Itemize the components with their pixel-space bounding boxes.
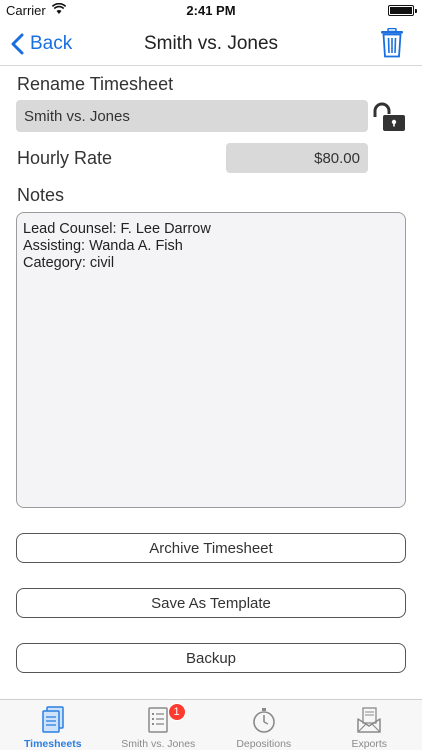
- trash-icon[interactable]: [380, 28, 404, 58]
- back-label: Back: [30, 33, 73, 54]
- tab-bar: Timesheets 1 Smith vs. Jones Depositions: [0, 699, 422, 750]
- mail-export-icon: [357, 707, 381, 733]
- tab-label: Timesheets: [23, 738, 82, 750]
- archive-timesheet-button[interactable]: Archive Timesheet: [16, 533, 406, 563]
- hourly-rate-input[interactable]: [226, 143, 368, 173]
- status-bar: Carrier 2:41 PM: [0, 0, 422, 22]
- backup-button[interactable]: Backup: [16, 643, 406, 673]
- tab-label: Depositions: [236, 738, 292, 750]
- save-as-template-button[interactable]: Save As Template: [16, 588, 406, 618]
- unlocked-padlock-icon[interactable]: [371, 102, 407, 132]
- rename-timesheet-label: Rename Timesheet: [17, 74, 174, 94]
- back-button[interactable]: Back: [10, 30, 72, 58]
- tab-exports[interactable]: Exports: [317, 700, 422, 750]
- stopwatch-icon: [252, 708, 275, 733]
- rename-timesheet-input[interactable]: [16, 100, 368, 132]
- notes-textarea[interactable]: Lead Counsel: F. Lee Darrow Assisting: W…: [16, 212, 406, 508]
- hourly-rate-label: Hourly Rate: [17, 148, 113, 168]
- notes-label: Notes: [17, 185, 65, 205]
- tab-smith-vs-jones[interactable]: 1 Smith vs. Jones: [106, 700, 212, 750]
- tab-label: Exports: [351, 738, 388, 750]
- tab-timesheets[interactable]: Timesheets: [0, 700, 106, 750]
- navigation-bar: Back Smith vs. Jones: [0, 22, 422, 66]
- timesheets-icon: [42, 706, 64, 733]
- tab-depositions[interactable]: Depositions: [211, 700, 317, 750]
- notification-badge: 1: [167, 703, 186, 721]
- chevron-left-icon: [11, 33, 24, 55]
- status-time: 2:41 PM: [186, 3, 236, 18]
- tab-label: Smith vs. Jones: [121, 738, 196, 750]
- battery-icon: [388, 5, 417, 16]
